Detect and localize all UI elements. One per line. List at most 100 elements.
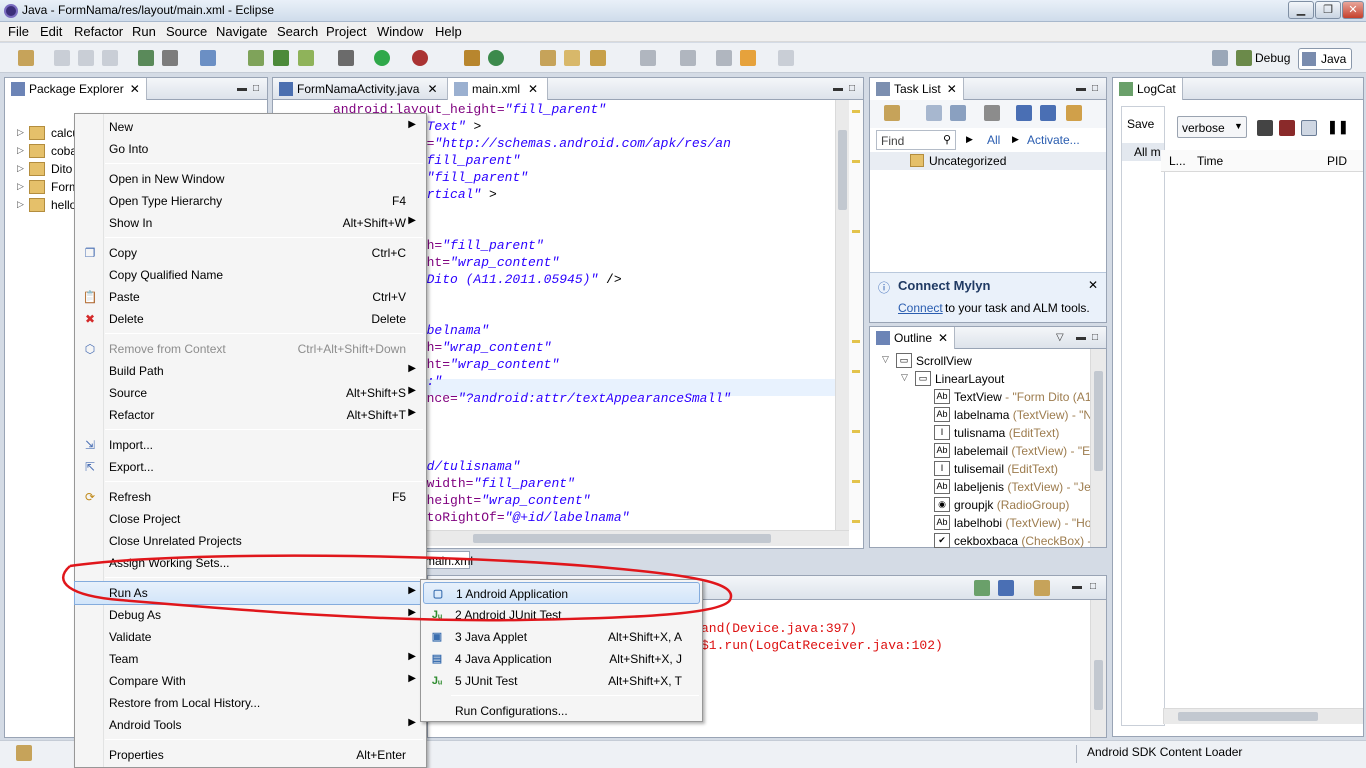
- outline-item[interactable]: LinearLayout: [935, 372, 1004, 386]
- maximize-view-icon[interactable]: □: [1090, 581, 1096, 592]
- save-log-icon[interactable]: [1257, 120, 1273, 136]
- debug-icon[interactable]: [338, 50, 354, 66]
- filter-all-row[interactable]: All m: [1122, 143, 1164, 161]
- menu-item-android-tools[interactable]: Android Tools ▶: [75, 714, 426, 736]
- new-xml-icon[interactable]: [298, 50, 314, 66]
- menu-item-close-project[interactable]: Close Project: [75, 508, 426, 530]
- tab-formnamaactivity-java[interactable]: FormNamaActivity.java ✕: [273, 78, 448, 100]
- console-scrollbar[interactable]: [1090, 600, 1106, 737]
- open-perspective-icon[interactable]: [1212, 50, 1228, 66]
- menu-refactor[interactable]: Refactor: [74, 24, 123, 39]
- menu-item-close-unrelated-projects[interactable]: Close Unrelated Projects: [75, 530, 426, 552]
- expand-arrow-icon[interactable]: ▷: [17, 199, 24, 210]
- debug-perspective-button[interactable]: Debug: [1255, 51, 1290, 65]
- log-level-select[interactable]: verbose ▼: [1177, 116, 1247, 138]
- outline-item[interactable]: cekboxbaca (CheckBox) -: [954, 534, 1091, 548]
- minimize-button[interactable]: ▁: [1288, 1, 1314, 19]
- run-icon[interactable]: [374, 50, 390, 66]
- scroll-thumb[interactable]: [1178, 712, 1318, 721]
- close-tab-icon[interactable]: ✕: [130, 82, 140, 96]
- outline-scrollbar[interactable]: [1090, 349, 1106, 547]
- outline-item[interactable]: ScrollView: [916, 354, 972, 368]
- menu-item-run-as[interactable]: Run As ▶: [74, 581, 427, 605]
- menu-item-properties[interactable]: Properties Alt+Enter: [75, 744, 426, 766]
- focus-icon[interactable]: [984, 105, 1000, 121]
- print-icon[interactable]: [102, 50, 118, 66]
- col-time[interactable]: Time: [1197, 154, 1223, 168]
- back-icon[interactable]: [740, 50, 756, 66]
- close-tab-icon[interactable]: ✕: [427, 82, 437, 96]
- submenu-item-1-android-application[interactable]: ▢ 1 Android Application: [423, 582, 700, 604]
- maximize-button[interactable]: ❐: [1315, 1, 1341, 19]
- menu-project[interactable]: Project: [326, 24, 366, 39]
- open-type-icon[interactable]: [540, 50, 556, 66]
- new-android-project-icon[interactable]: [248, 50, 264, 66]
- outline-item[interactable]: tulisnama (EditText): [954, 426, 1059, 440]
- maximize-view-icon[interactable]: □: [253, 83, 259, 94]
- project-item[interactable]: hello: [51, 198, 76, 212]
- expand-arrow-icon[interactable]: ▷: [17, 181, 24, 192]
- menu-window[interactable]: Window: [377, 24, 423, 39]
- warning-marker[interactable]: [852, 340, 860, 343]
- menu-item-restore-from-local-history[interactable]: Restore from Local History...: [75, 692, 426, 714]
- minimize-view-icon[interactable]: ▬: [1072, 581, 1082, 592]
- menu-item-refresh[interactable]: ⟳ Refresh F5: [75, 486, 426, 508]
- forward-icon[interactable]: [778, 50, 794, 66]
- new-icon[interactable]: [18, 50, 34, 66]
- outline-item[interactable]: tulisemail (EditText): [954, 462, 1058, 476]
- pause-icon[interactable]: ❚❚: [1327, 119, 1349, 135]
- menu-item-remove-from-context[interactable]: ⬡ Remove from Context Ctrl+Alt+Shift+Down: [75, 338, 426, 360]
- scroll-thumb[interactable]: [1094, 371, 1103, 471]
- menu-edit[interactable]: Edit: [40, 24, 62, 39]
- menu-item-copy-qualified-name[interactable]: Copy Qualified Name: [75, 264, 426, 286]
- outline-item[interactable]: labelhobi (TextView) - "Ho: [954, 516, 1091, 530]
- category-row[interactable]: Uncategorized: [870, 152, 1106, 170]
- submenu-item-5-junit-test[interactable]: Jᵤ 5 JUnit Test Alt+Shift+X, T: [423, 670, 700, 692]
- junit-tool-icon[interactable]: [273, 50, 289, 66]
- activate-link[interactable]: Activate...: [1027, 133, 1080, 147]
- outline-item[interactable]: labelemail (TextView) - "Ei: [954, 444, 1093, 458]
- project-item[interactable]: Dito: [51, 162, 72, 176]
- save-icon[interactable]: [54, 50, 70, 66]
- maximize-view-icon[interactable]: □: [1092, 83, 1098, 94]
- new-class-icon[interactable]: [464, 50, 480, 66]
- menu-item-copy[interactable]: ❐ Copy Ctrl+C: [75, 242, 426, 264]
- expand-arrow-icon[interactable]: ▷: [17, 163, 24, 174]
- minimize-view-icon[interactable]: ▬: [1076, 332, 1086, 343]
- menu-help[interactable]: Help: [435, 24, 462, 39]
- tab-task-list[interactable]: Task List ✕: [870, 78, 964, 100]
- warning-marker[interactable]: [852, 520, 860, 523]
- warning-marker[interactable]: [852, 230, 860, 233]
- menu-item-source[interactable]: Source Alt+Shift+S ▶: [75, 382, 426, 404]
- menu-item-open-in-new-window[interactable]: Open in New Window: [75, 168, 426, 190]
- close-tab-icon[interactable]: ✕: [528, 82, 538, 96]
- menu-item-show-in[interactable]: Show In Alt+Shift+W ▶: [75, 212, 426, 234]
- outline-item[interactable]: labelnama (TextView) - "N: [954, 408, 1092, 422]
- new-task-icon[interactable]: [884, 105, 900, 121]
- menu-item-refactor[interactable]: Refactor Alt+Shift+T ▶: [75, 404, 426, 426]
- scroll-thumb[interactable]: [1094, 660, 1103, 710]
- outline-item[interactable]: labeljenis (TextView) - "Jer: [954, 480, 1095, 494]
- last-edit-icon[interactable]: [716, 50, 732, 66]
- menu-item-delete[interactable]: ✖ Delete Delete: [75, 308, 426, 330]
- connect-link[interactable]: Connect: [898, 301, 943, 315]
- scroll-thumb[interactable]: [473, 534, 771, 543]
- avd-manager-icon[interactable]: [162, 50, 178, 66]
- search-tool-icon[interactable]: [590, 50, 606, 66]
- col-pid[interactable]: PID: [1327, 154, 1347, 168]
- scheduled-icon[interactable]: [950, 105, 966, 121]
- menu-item-import[interactable]: ⇲ Import...: [75, 434, 426, 456]
- tab-main-xml[interactable]: main.xml ✕: [448, 78, 548, 100]
- menu-search[interactable]: Search: [277, 24, 318, 39]
- expand-arrow-icon[interactable]: ▽: [901, 372, 908, 383]
- next-annotation-icon[interactable]: [640, 50, 656, 66]
- minimize-view-icon[interactable]: ▬: [833, 83, 843, 94]
- warning-marker[interactable]: [852, 480, 860, 483]
- expand-arrow-icon[interactable]: ▷: [17, 127, 24, 138]
- menu-item-assign-working-sets[interactable]: Assign Working Sets...: [75, 552, 426, 574]
- submenu-item-2-android-junit-test[interactable]: Jᵤ 2 Android JUnit Test: [423, 604, 700, 626]
- display-console-icon[interactable]: [998, 580, 1014, 596]
- synchronize-icon[interactable]: [1066, 105, 1082, 121]
- collapse-all-icon[interactable]: [1040, 105, 1056, 121]
- close-banner-icon[interactable]: ✕: [1088, 278, 1098, 292]
